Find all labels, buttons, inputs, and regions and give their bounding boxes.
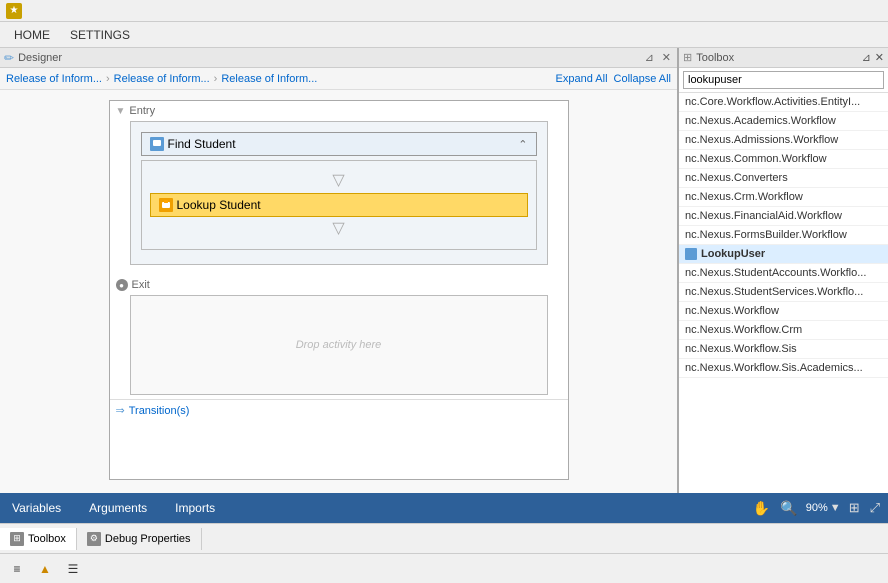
menu-icon-btn[interactable]: ≡ [6,558,28,580]
toolbox-item[interactable]: nc.Nexus.Workflow.Crm [679,321,888,340]
toolbox-item[interactable]: nc.Nexus.FinancialAid.Workflow [679,207,888,226]
toolbox-item[interactable]: nc.Nexus.Workflow.Sis.Academics... [679,359,888,378]
list-icon-btn[interactable]: ☰ [62,558,84,580]
breadcrumb: Release of Inform... › Release of Inform… [0,68,677,90]
expand-view-btn[interactable]: ⤢ [868,500,882,516]
exit-label: Exit [132,279,150,291]
main-area: ✏ Designer ⊿ ✕ Release of Inform... › Re… [0,48,888,493]
debug-tab-icon: ⚙ [87,532,101,546]
designer-canvas: ▼ Entry Find Student ⌃ [0,90,677,493]
zoom-control: 90% ▼ [806,502,841,514]
entry-text: Entry [129,105,155,117]
title-bar: ★ [0,0,888,22]
find-student-inner: ▽ Lookup Student ▽ [141,160,537,250]
toolbox-header: ⊞ Toolbox ⊿ ✕ [679,48,888,68]
designer-icon: ✏ [4,51,14,65]
find-student-box: Find Student ⌃ ▽ [130,121,548,265]
toolbox-close-icon[interactable]: ✕ [875,51,884,64]
toolbox-item[interactable]: nc.Nexus.Common.Workflow [679,150,888,169]
entry-arrow-icon: ▼ [116,106,126,117]
arrow-down-1: ▽ [150,173,528,189]
toolbox-item[interactable]: nc.Nexus.Converters [679,169,888,188]
breadcrumb-item-1[interactable]: Release of Inform... [6,73,102,85]
toolbox-header-label: Toolbox [696,52,734,64]
lookup-student-icon [159,198,173,212]
bottom-icons-bar: ≡ ▲ ☰ [0,553,888,583]
toolbox-pin-icon[interactable]: ⊿ [862,51,871,64]
lookup-student-label: Lookup Student [177,198,261,212]
transitions-bar[interactable]: ⇒ Transition(s) [110,399,568,421]
collapse-all-btn[interactable]: Collapse All [614,73,671,85]
toolbox-search-input[interactable] [683,71,884,89]
debug-tab-label: Debug Properties [105,533,191,545]
find-student-collapse-btn[interactable]: ⌃ [518,138,527,151]
zoom-dropdown-icon[interactable]: ▼ [830,502,841,514]
hand-tool-btn[interactable]: ✋ [751,500,772,517]
menu-bar: HOME SETTINGS [0,22,888,48]
find-student-label: Find Student [168,137,236,151]
exit-drop-zone[interactable]: Drop activity here [130,295,548,395]
transitions-label: Transition(s) [129,405,190,417]
app-icon: ★ [6,3,22,19]
transitions-icon: ⇒ [116,404,125,417]
menu-home[interactable]: HOME [4,25,60,45]
bottom-panel: ⊞ Toolbox ⚙ Debug Properties [0,523,888,553]
toolbox-search-area [679,68,888,93]
designer-header-left: ✏ Designer [4,51,62,65]
workflow-outer-box: ▼ Entry Find Student ⌃ [109,100,569,480]
designer-label: Designer [18,52,62,64]
toolbox-list: nc.Core.Workflow.Activities.EntityI...nc… [679,93,888,493]
toolbox-item[interactable]: nc.Nexus.Workflow [679,302,888,321]
toolbox-header-controls: ⊿ ✕ [862,51,884,64]
toolbox-item[interactable]: nc.Nexus.Academics.Workflow [679,112,888,131]
designer-pin-icon[interactable]: ⊿ [643,51,656,64]
toolbox-header-left: ⊞ Toolbox [683,51,734,64]
toolbox-item[interactable]: nc.Nexus.StudentAccounts.Workflo... [679,264,888,283]
toolbox-item[interactable]: nc.Nexus.Workflow.Sis [679,340,888,359]
workflow-container: ▼ Entry Find Student ⌃ [109,100,569,480]
toolbox-item[interactable]: nc.Nexus.Crm.Workflow [679,188,888,207]
tab-arguments[interactable]: Arguments [83,497,153,519]
exit-section: ● Exit [110,275,568,295]
breadcrumb-arrow-2: › [214,73,218,85]
designer-controls: ⊿ ✕ [643,51,673,64]
toolbox-item[interactable]: nc.Core.Workflow.Activities.EntityI... [679,93,888,112]
toolbox-icon: ⊞ [683,51,692,64]
expand-all-btn[interactable]: Expand All [556,73,608,85]
breadcrumb-actions: Expand All Collapse All [556,73,671,85]
toolbox-tab-icon: ⊞ [10,532,24,546]
debug-properties-tab[interactable]: ⚙ Debug Properties [77,528,202,550]
entry-label: ▼ Entry [110,101,568,121]
designer-panel: ✏ Designer ⊿ ✕ Release of Inform... › Re… [0,48,678,493]
find-student-activity[interactable]: Find Student ⌃ [141,132,537,156]
arrow-down-2: ▽ [150,221,528,237]
designer-header: ✏ Designer ⊿ ✕ [0,48,677,68]
toolbox-item[interactable]: nc.Nexus.FormsBuilder.Workflow [679,226,888,245]
breadcrumb-item-3[interactable]: Release of Inform... [221,73,317,85]
find-student-icon [150,137,164,151]
toolbox-item[interactable]: nc.Nexus.Admissions.Workflow [679,131,888,150]
fit-screen-btn[interactable]: ⊞ [847,500,862,516]
toolbox-panel: ⊞ Toolbox ⊿ ✕ nc.Core.Workflow.Activitie… [678,48,888,493]
tab-right-controls: ✋ 🔍 90% ▼ ⊞ ⤢ [751,500,882,517]
zoom-value: 90% [806,502,828,514]
designer-close-icon[interactable]: ✕ [660,51,673,64]
breadcrumb-item-2[interactable]: Release of Inform... [114,73,210,85]
breadcrumb-arrow-1: › [106,73,110,85]
toolbox-tab-label: Toolbox [28,533,66,545]
toolbox-item-icon [685,248,697,260]
toolbox-item[interactable]: LookupUser [679,245,888,264]
exit-icon: ● [116,279,128,291]
find-student-left: Find Student [150,137,236,151]
lookup-student-item[interactable]: Lookup Student [150,193,528,217]
tab-variables[interactable]: Variables [6,497,67,519]
warning-icon-btn[interactable]: ▲ [34,558,56,580]
menu-settings[interactable]: SETTINGS [60,25,140,45]
drop-label: Drop activity here [296,339,382,351]
search-tool-btn[interactable]: 🔍 [778,500,799,517]
toolbox-tab[interactable]: ⊞ Toolbox [0,528,77,550]
toolbox-item[interactable]: nc.Nexus.StudentServices.Workflo... [679,283,888,302]
tab-imports[interactable]: Imports [169,497,221,519]
bottom-tabs-bar: Variables Arguments Imports ✋ 🔍 90% ▼ ⊞ … [0,493,888,523]
